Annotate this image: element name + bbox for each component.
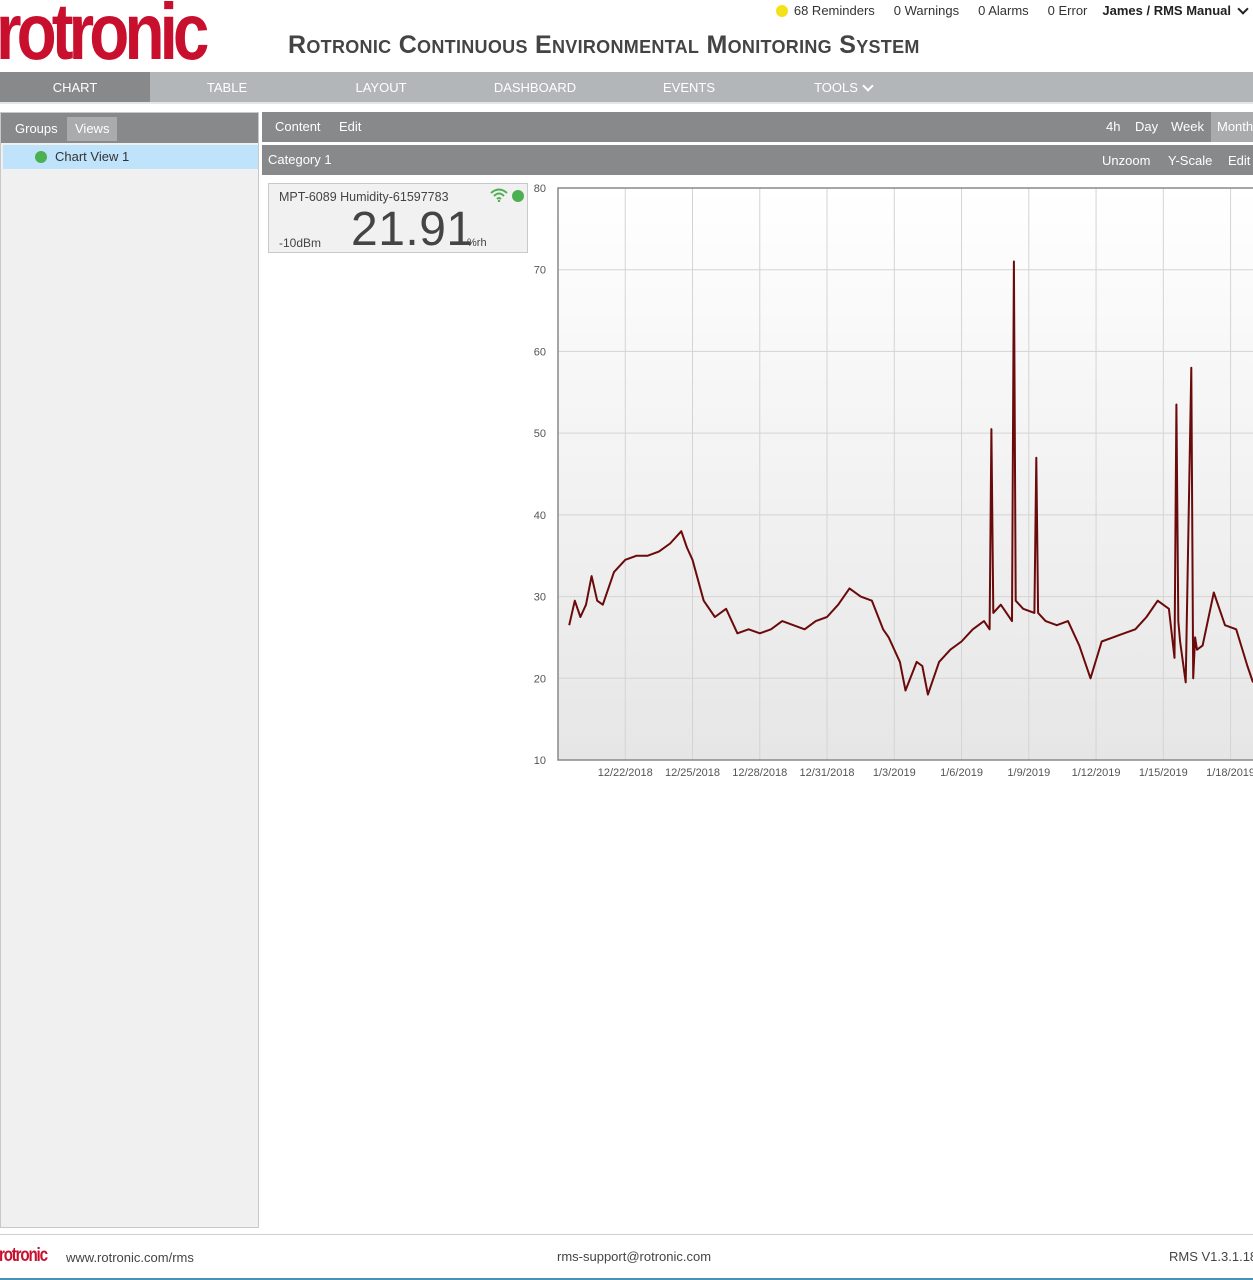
tab-dashboard[interactable]: DASHBOARD: [460, 72, 610, 102]
online-status-icon: [512, 190, 524, 202]
footer-logo: rotronic: [0, 1245, 48, 1266]
x-tick-label: 1/9/2019: [1007, 767, 1050, 779]
y-tick-label: 20: [534, 673, 546, 685]
wifi-icon: [490, 188, 508, 202]
user-menu[interactable]: James / RMS Manual: [1102, 3, 1231, 18]
humidity-chart[interactable]: 12/22/2018 12/25/2018 12/28/2018 12/31/2018…: [530, 180, 1253, 780]
tab-events[interactable]: EVENTS: [614, 72, 764, 102]
sensor-value: 21.91: [351, 203, 474, 256]
edit-view-button[interactable]: Edit: [339, 112, 361, 142]
unzoom-button[interactable]: Unzoom: [1102, 146, 1150, 176]
footer: rotronic www.rotronic.com/rms rms-suppor…: [0, 1234, 1253, 1280]
tab-label: TABLE: [206, 80, 248, 95]
content-button[interactable]: Content: [275, 112, 321, 142]
tab-tools[interactable]: TOOLS: [768, 72, 918, 102]
y-scale-button[interactable]: Y-Scale: [1168, 146, 1212, 176]
tab-label: TOOLS: [814, 80, 858, 95]
rotronic-logo[interactable]: rotronic: [0, 0, 209, 72]
range-4h-button[interactable]: 4h: [1106, 112, 1120, 142]
content-toolbar: Content Edit 4h Day Week Month: [262, 112, 1253, 142]
y-tick-label: 40: [534, 510, 546, 522]
sidebar-tabs: Groups Views: [1, 113, 258, 143]
sensor-unit: %rh: [467, 237, 487, 249]
status-dot-icon: [35, 151, 47, 163]
range-month-button[interactable]: Month: [1211, 112, 1253, 142]
tab-label: CHART: [52, 80, 98, 95]
footer-email-link[interactable]: rms-support@rotronic.com: [557, 1249, 711, 1264]
x-tick-label: 1/12/2019: [1072, 767, 1121, 779]
tab-groups[interactable]: Groups: [7, 117, 66, 141]
x-tick-label: 1/6/2019: [940, 767, 983, 779]
y-tick-label: 30: [534, 592, 546, 604]
sidebar-item-chart-view-1[interactable]: Chart View 1: [3, 145, 258, 169]
range-week-button[interactable]: Week: [1171, 112, 1204, 142]
y-tick-label: 60: [534, 346, 546, 358]
x-tick-label: 12/28/2018: [732, 767, 787, 779]
y-tick-label: 50: [534, 428, 546, 440]
x-tick-label: 12/25/2018: [665, 767, 720, 779]
tab-label: LAYOUT: [355, 80, 407, 95]
app-title: Rotronic Continuous Environmental Monito…: [288, 31, 920, 59]
x-tick-label: 1/18/2019: [1206, 767, 1253, 779]
x-tick-label: 1/15/2019: [1139, 767, 1188, 779]
sensor-card[interactable]: MPT-6089 Humidity-61597783 -10dBm 21.91 …: [268, 183, 528, 256]
sensor-signal: -10dBm: [279, 236, 322, 250]
footer-version: RMS V1.3.1.182: [1169, 1249, 1253, 1264]
warnings-link[interactable]: 0 Warnings: [894, 3, 959, 18]
tab-layout[interactable]: LAYOUT: [306, 72, 456, 102]
header: rotronic Rotronic Continuous Environment…: [0, 0, 1253, 72]
tab-label: EVENTS: [662, 80, 715, 95]
footer-url-link[interactable]: www.rotronic.com/rms: [66, 1250, 194, 1265]
main-nav: CHART TABLE LAYOUT DASHBOARD EVENTS TOOL…: [0, 72, 1253, 104]
views-sidebar: Groups Views Chart View 1: [0, 112, 259, 1228]
edit-chart-button[interactable]: Edit: [1228, 146, 1250, 176]
y-tick-label: 70: [534, 265, 546, 277]
tab-chart[interactable]: CHART: [0, 72, 150, 102]
reminder-status-icon: [775, 4, 788, 17]
x-tick-label: 12/31/2018: [800, 767, 855, 779]
tab-label: DASHBOARD: [493, 80, 577, 95]
status-bar: 68 Reminders 0 Warnings 0 Alarms 0 Error…: [775, 2, 1251, 18]
range-day-button[interactable]: Day: [1135, 112, 1158, 142]
chevron-down-icon: [862, 80, 874, 92]
alarms-link[interactable]: 0 Alarms: [978, 3, 1029, 18]
x-tick-label: 12/22/2018: [598, 767, 653, 779]
reminders-link[interactable]: 68 Reminders: [794, 3, 875, 18]
chevron-down-icon[interactable]: [1237, 2, 1249, 15]
y-tick-label: 80: [534, 183, 546, 195]
errors-link[interactable]: 0 Error: [1048, 3, 1088, 18]
category-title: Category 1: [268, 152, 332, 167]
tab-views[interactable]: Views: [67, 117, 118, 141]
category-toolbar: Category 1 Unzoom Y-Scale Edit: [262, 145, 1253, 175]
tab-table[interactable]: TABLE: [152, 72, 302, 102]
x-tick-label: 1/3/2019: [873, 767, 916, 779]
plot-area: [558, 188, 1253, 760]
y-tick-label: 10: [534, 755, 546, 767]
sidebar-item-label: Chart View 1: [55, 149, 130, 164]
